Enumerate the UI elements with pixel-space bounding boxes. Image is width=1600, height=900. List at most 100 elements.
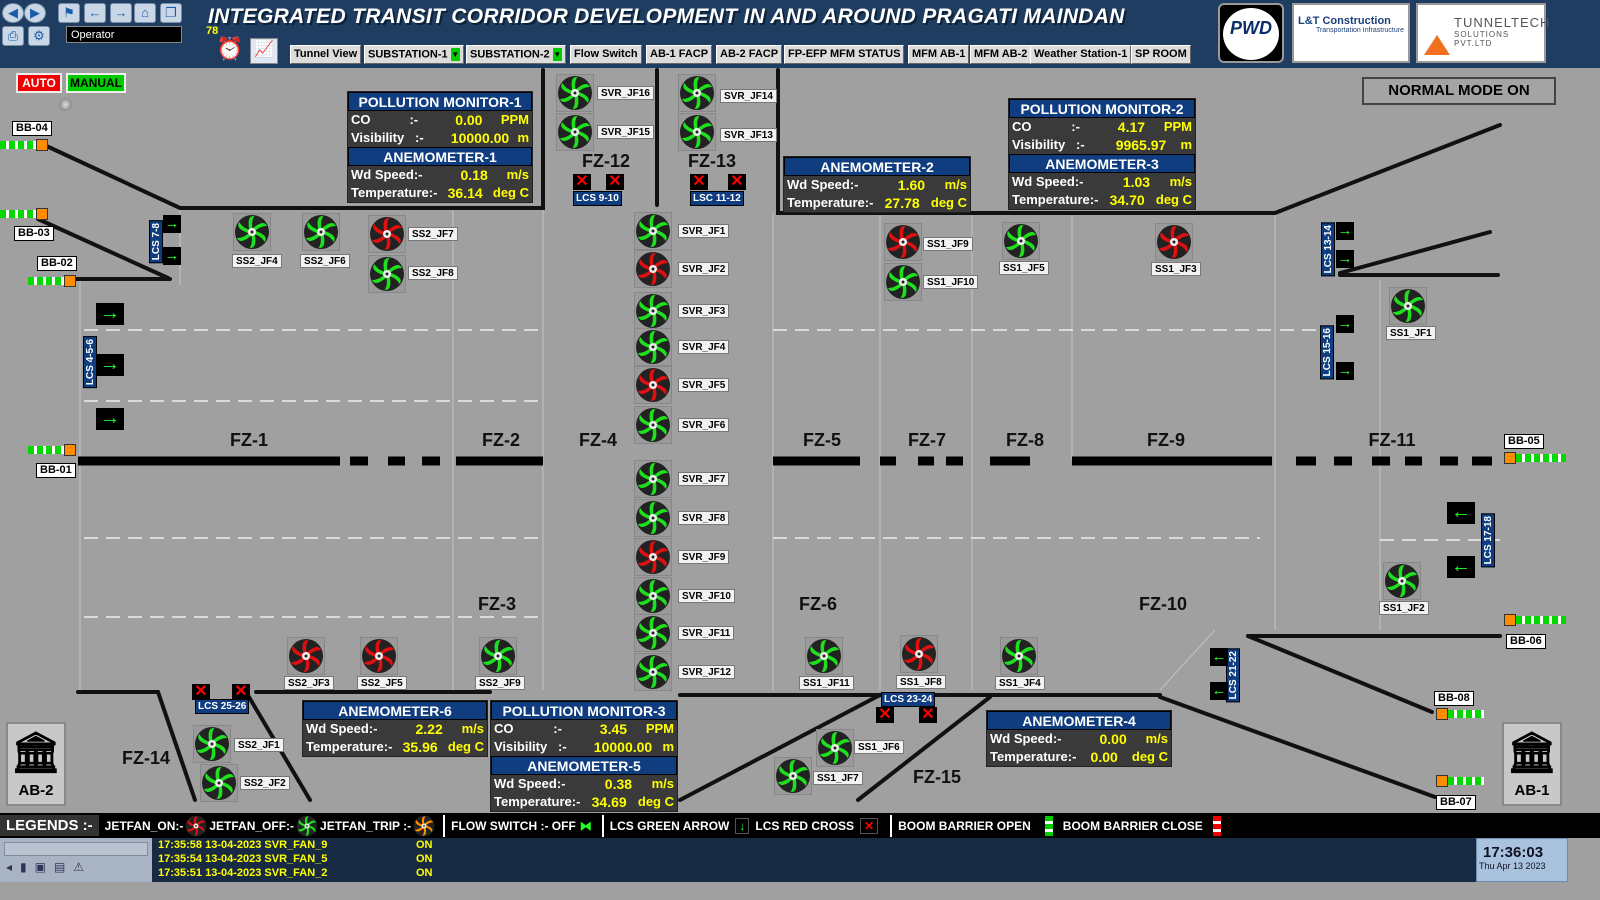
barrier-arm-open[interactable] — [0, 210, 36, 218]
jetfan-ss1-jf6-off[interactable] — [816, 729, 854, 767]
barrier-arm-open[interactable] — [1448, 777, 1484, 785]
green-arrow-right-icon[interactable]: → — [1336, 362, 1354, 380]
ab-1-building[interactable]: 🏛 AB-1 — [1502, 722, 1562, 806]
jetfan-svr-jf6-off[interactable] — [634, 406, 672, 444]
jetfan-ss1-jf5-off[interactable] — [1002, 222, 1040, 260]
fan-label: SVR_JF4 — [678, 340, 730, 354]
jetfan-ss2-jf1-off[interactable] — [193, 725, 231, 763]
green-arrow-right-icon[interactable]: → — [163, 215, 181, 233]
jetfan-ss2-jf3-on[interactable] — [287, 637, 325, 675]
lcs-sign-lcs-13-14[interactable]: LCS 13-14 — [1321, 222, 1335, 277]
barrier-arm-open[interactable] — [1516, 454, 1566, 462]
boom-barrier-bb-05[interactable]: BB-05 — [1504, 434, 1544, 449]
boom-barrier-bb-04[interactable]: BB-04 — [12, 121, 52, 136]
red-cross-icon[interactable]: ✕ — [573, 174, 591, 190]
fan-label: SVR_JF14 — [720, 89, 777, 103]
green-arrow-left-icon[interactable]: ← — [1210, 682, 1228, 700]
jetfan-ss2-jf9-off[interactable] — [479, 637, 517, 675]
system-tray-icons[interactable]: ◂▮▣▤⚠ — [0, 860, 152, 874]
jetfan-ss1-jf4-off[interactable] — [1000, 637, 1038, 675]
jetfan-svr-jf9-on[interactable] — [634, 538, 672, 576]
red-cross-icon[interactable]: ✕ — [919, 707, 937, 723]
lcs-sign-lcs-23-24[interactable]: LCS 23-24 — [881, 692, 936, 707]
panel-title: ANEMOMETER-5 — [491, 756, 677, 775]
barrier-arm-open[interactable] — [1448, 710, 1484, 718]
jetfan-ss1-jf3-on[interactable] — [1155, 223, 1193, 261]
panel-title: POLLUTION MONITOR-3 — [491, 701, 677, 720]
green-arrow-right-icon[interactable]: → — [1336, 222, 1354, 240]
lcs-sign-lsc-11-12[interactable]: LSC 11-12 — [690, 191, 744, 206]
lcs-sign-lcs-25-26[interactable]: LCS 25-26 — [195, 699, 250, 714]
event-log[interactable]: 17:35:58 13-04-2023 SVR_FAN_9 ON 17:35:54… — [152, 838, 1476, 882]
flow-switch-icon: ⧓ — [579, 818, 592, 833]
jetfan-svr-jf15-off[interactable] — [556, 113, 594, 151]
jetfan-svr-jf2-on[interactable] — [634, 250, 672, 288]
jetfan-ss2-jf2-off[interactable] — [200, 764, 238, 802]
jetfan-ss1-jf11-off[interactable] — [805, 637, 843, 675]
lcs-sign-lcs-17-18[interactable]: LCS 17-18 — [1481, 513, 1495, 568]
red-cross-icon[interactable]: ✕ — [728, 174, 746, 190]
fan-label: SS1_JF10 — [923, 275, 979, 289]
green-arrow-right-icon[interactable]: → — [1336, 250, 1354, 268]
green-arrow-right-icon[interactable]: → — [163, 247, 181, 265]
lcs-sign-lcs-21-22[interactable]: LCS 21-22 — [1226, 648, 1240, 703]
barrier-post — [1504, 614, 1516, 626]
red-cross-icon[interactable]: ✕ — [606, 174, 624, 190]
jetfan-svr-jf11-off[interactable] — [634, 614, 672, 652]
lcs-sign-lcs-9-10[interactable]: LCS 9-10 — [573, 191, 622, 206]
boom-barrier-bb-06[interactable]: BB-06 — [1506, 634, 1546, 649]
green-arrow-right-icon[interactable]: → — [96, 408, 124, 430]
jetfan-svr-jf12-off[interactable] — [634, 653, 672, 691]
green-arrow-right-icon[interactable]: → — [1336, 315, 1354, 333]
red-cross-icon[interactable]: ✕ — [690, 174, 708, 190]
red-cross-icon[interactable]: ✕ — [232, 684, 250, 700]
barrier-arm-open[interactable] — [28, 446, 64, 454]
boom-barrier-bb-02[interactable]: BB-02 — [37, 256, 77, 271]
fan-label: SS1_JF11 — [799, 676, 854, 690]
wind-speed-value: 0.18 — [460, 167, 488, 183]
barrier-arm-open[interactable] — [1516, 616, 1566, 624]
green-arrow-left-icon[interactable]: ← — [1447, 556, 1475, 578]
barrier-arm-open[interactable] — [28, 277, 64, 285]
jetfan-ss2-jf4-off[interactable] — [233, 213, 271, 251]
jetfan-svr-jf13-off[interactable] — [678, 113, 716, 151]
jetfan-ss2-jf6-off[interactable] — [302, 213, 340, 251]
jetfan-ss2-jf7-on[interactable] — [368, 215, 406, 253]
fan-label: SVR_JF9 — [678, 550, 730, 564]
boom-barrier-bb-03[interactable]: BB-03 — [14, 226, 54, 241]
jetfan-ss2-jf5-on[interactable] — [360, 637, 398, 675]
jetfan-svr-jf8-off[interactable] — [634, 499, 672, 537]
jetfan-svr-jf16-off[interactable] — [556, 74, 594, 112]
fan-label: SS2_JF2 — [240, 776, 290, 790]
jetfan-ss1-jf8-on[interactable] — [900, 635, 938, 673]
jetfan-ss2-jf8-off[interactable] — [368, 255, 406, 293]
legend-bar: LEGENDS :- JETFAN_ON:- JETFAN_OFF:- JETF… — [0, 813, 1600, 838]
co-value: 3.45 — [599, 721, 628, 737]
lcs-sign-lcs-4-5-6[interactable]: LCS 4-5-6 — [83, 336, 97, 389]
jetfan-svr-jf10-off[interactable] — [634, 577, 672, 615]
lcs-sign-lcs-15-16[interactable]: LCS 15-16 — [1320, 325, 1334, 380]
jetfan-svr-jf4-off[interactable] — [634, 328, 672, 366]
green-arrow-left-icon[interactable]: ← — [1447, 502, 1475, 524]
ab-2-building[interactable]: 🏛 AB-2 — [6, 722, 66, 806]
boom-barrier-bb-07[interactable]: BB-07 — [1436, 795, 1476, 810]
jetfan-ss1-jf1-off[interactable] — [1389, 287, 1427, 325]
jetfan-ss1-jf7-off[interactable] — [774, 757, 812, 795]
green-arrow-right-icon[interactable]: → — [96, 303, 124, 325]
green-arrow-left-icon[interactable]: ← — [1210, 648, 1228, 666]
jetfan-svr-jf1-off[interactable] — [634, 212, 672, 250]
barrier-arm-open[interactable] — [0, 141, 36, 149]
jetfan-ss1-jf9-on[interactable] — [884, 223, 922, 261]
jetfan-svr-jf3-off[interactable] — [634, 292, 672, 330]
jetfan-svr-jf14-off[interactable] — [678, 74, 716, 112]
jetfan-ss1-jf2-off[interactable] — [1383, 562, 1421, 600]
jetfan-svr-jf7-off[interactable] — [634, 460, 672, 498]
boom-barrier-bb-01[interactable]: BB-01 — [36, 463, 76, 478]
boom-barrier-bb-08[interactable]: BB-08 — [1434, 691, 1474, 706]
red-cross-icon[interactable]: ✕ — [192, 684, 210, 700]
red-cross-icon[interactable]: ✕ — [876, 707, 894, 723]
jetfan-svr-jf5-on[interactable] — [634, 366, 672, 404]
lcs-sign-lcs-7-8[interactable]: LCS 7-8 — [149, 220, 163, 264]
green-arrow-right-icon[interactable]: → — [96, 354, 124, 376]
jetfan-ss1-jf10-off[interactable] — [884, 263, 922, 301]
